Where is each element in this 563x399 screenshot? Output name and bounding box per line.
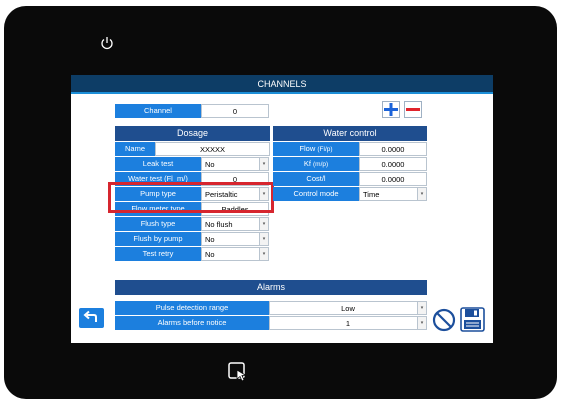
leak-test-select[interactable]: No ▾	[201, 157, 269, 171]
hmi-screen: CHANNELS Channel 0 Dosage Name XXXXX Lea…	[71, 75, 493, 343]
flow-label-text: Flow	[299, 144, 316, 153]
page-title: CHANNELS	[257, 79, 307, 89]
dosage-header: Dosage	[115, 126, 270, 141]
cancel-icon[interactable]	[432, 308, 456, 332]
cost-label: Cost/l	[273, 172, 359, 186]
flush-by-pump-select[interactable]: No ▾	[201, 232, 269, 246]
chevron-down-icon: ▾	[259, 233, 268, 245]
control-mode-value: Time	[363, 190, 380, 199]
pulse-detection-select[interactable]: Low ▾	[269, 301, 427, 315]
channel-value[interactable]: 0	[201, 104, 269, 118]
flush-by-pump-label: Flush by pump	[115, 232, 201, 246]
flush-type-label: Flush type	[115, 217, 201, 231]
flow-unit: (Fl/p)	[317, 146, 333, 153]
chevron-down-icon: ▾	[259, 158, 268, 170]
control-mode-label: Control mode	[273, 187, 359, 201]
chevron-down-icon: ▾	[259, 248, 268, 260]
kf-unit: (m/p)	[313, 161, 329, 168]
pulse-detection-label: Pulse detection range	[115, 301, 269, 315]
save-icon[interactable]	[460, 307, 485, 332]
kf-label-text: Kf	[303, 159, 311, 168]
leak-test-value: No	[205, 160, 215, 169]
pump-type-highlight	[108, 182, 274, 213]
name-value[interactable]: XXXXX	[155, 142, 270, 156]
alarms-header: Alarms	[115, 280, 427, 295]
test-retry-select[interactable]: No ▾	[201, 247, 269, 261]
kf-value[interactable]: 0.0000	[359, 157, 427, 171]
pulse-detection-value: Low	[341, 304, 355, 313]
minus-icon[interactable]	[404, 101, 422, 118]
alarms-before-notice-label: Alarms before notice	[115, 316, 269, 330]
control-mode-select[interactable]: Time ▾	[359, 187, 427, 201]
back-icon[interactable]	[79, 308, 104, 328]
test-retry-label: Test retry	[115, 247, 201, 261]
leak-test-label: Leak test	[115, 157, 201, 171]
kf-label: Kf (m/p)	[273, 157, 359, 171]
flush-type-select[interactable]: No flush ▾	[201, 217, 269, 231]
flow-value[interactable]: 0.0000	[359, 142, 427, 156]
alarms-before-notice-value: 1	[345, 319, 351, 328]
tap-icon[interactable]	[228, 362, 250, 384]
chevron-down-icon: ▾	[417, 188, 426, 200]
test-retry-value: No	[205, 250, 215, 259]
flush-by-pump-value: No	[205, 235, 215, 244]
name-label: Name	[115, 142, 155, 156]
chevron-down-icon: ▾	[259, 218, 268, 230]
chevron-down-icon: ▾	[417, 317, 426, 329]
cost-value[interactable]: 0.0000	[359, 172, 427, 186]
plus-icon[interactable]	[382, 101, 400, 118]
flush-type-value: No flush	[205, 220, 233, 229]
channel-label: Channel	[115, 104, 201, 118]
water-control-header: Water control	[273, 126, 427, 141]
alarms-before-notice-select[interactable]: 1 ▾	[269, 316, 427, 330]
flow-label: Flow (Fl/p)	[273, 142, 359, 156]
chevron-down-icon: ▾	[417, 302, 426, 314]
title-bar: CHANNELS	[71, 75, 493, 94]
power-icon[interactable]	[100, 36, 114, 50]
